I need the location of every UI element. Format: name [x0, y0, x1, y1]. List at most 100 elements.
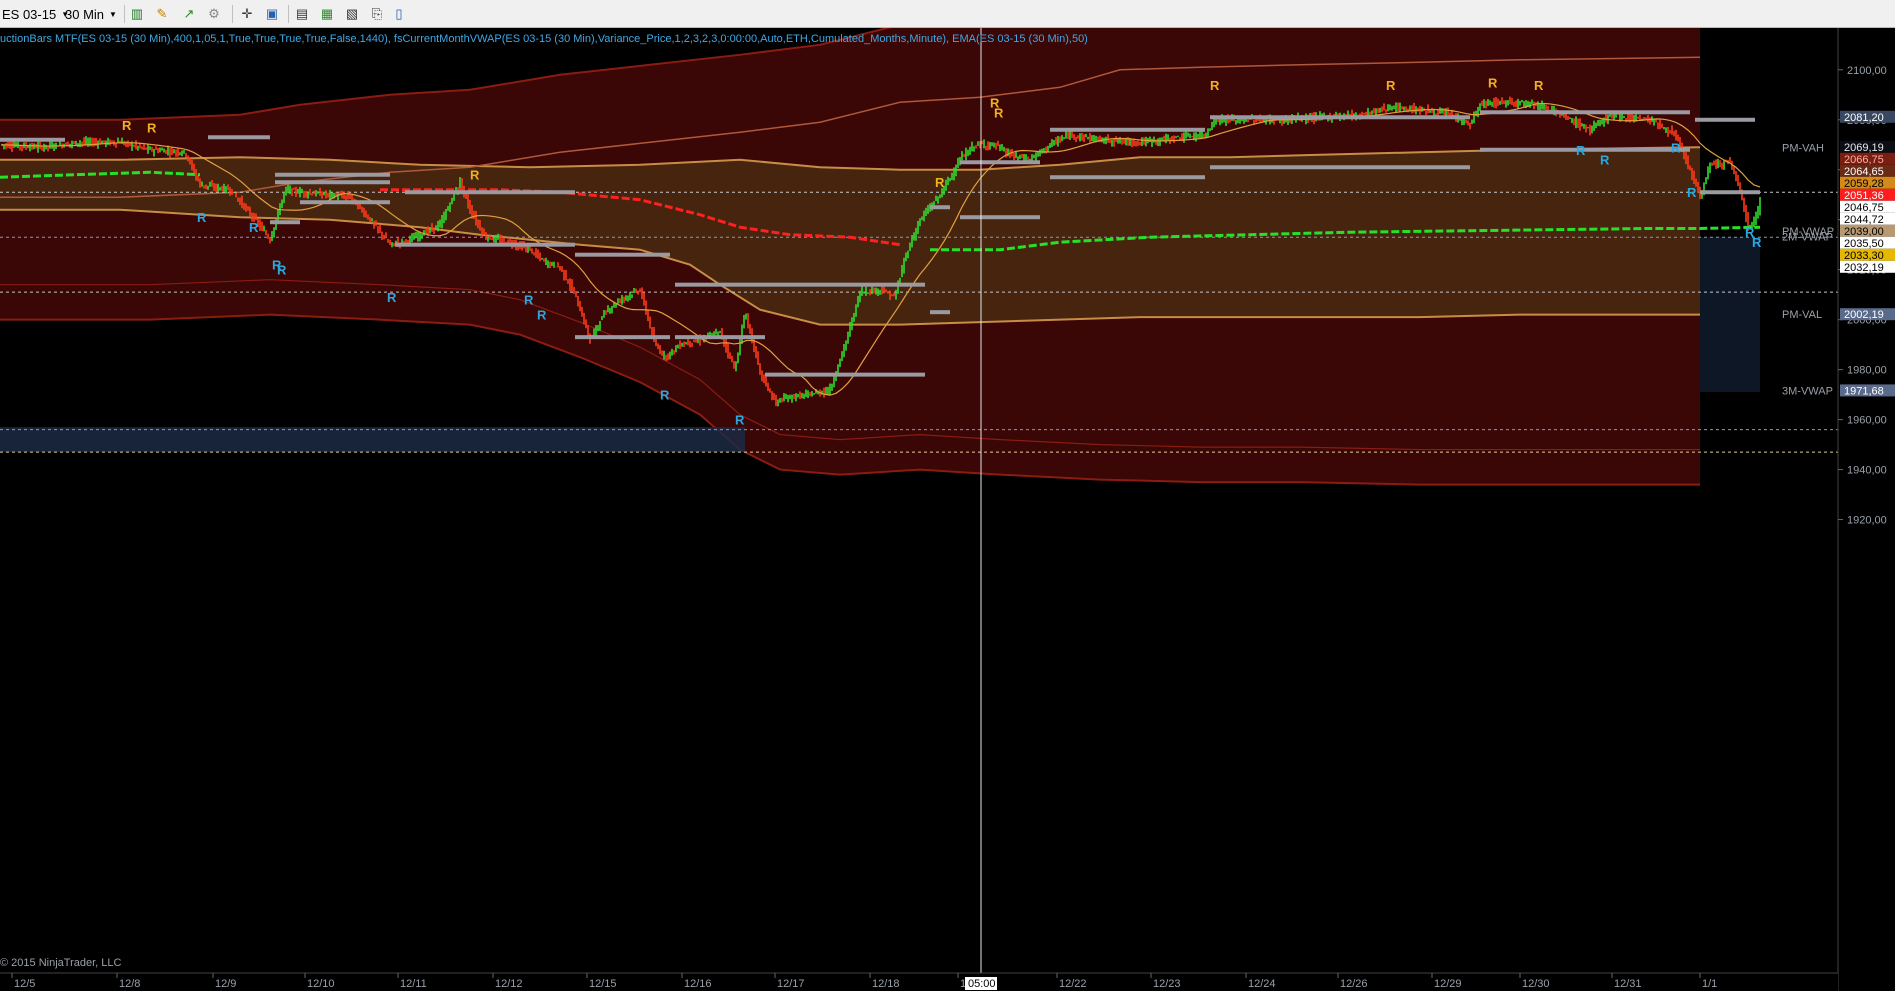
- price-flag-label: 1971,68: [1844, 385, 1884, 397]
- r-marker: R: [387, 290, 397, 305]
- prior-value-area-band: [0, 427, 745, 453]
- r-marker: R: [1488, 75, 1498, 90]
- profile-bar: [1210, 165, 1470, 170]
- interval-label: 30 Min: [65, 6, 105, 22]
- price-tick-label: 2100,00: [1847, 65, 1887, 77]
- profile-bar: [765, 282, 925, 287]
- toolbar-divider: [124, 5, 125, 23]
- profile-bar: [1695, 117, 1755, 122]
- price-flag-label: 2033,30: [1844, 250, 1884, 262]
- date-tick-label: 12/11: [400, 978, 427, 990]
- date-tick-label: 12/29: [1434, 978, 1462, 990]
- date-axis: [0, 973, 1838, 991]
- r-marker: R: [197, 210, 207, 225]
- toolbar-divider: [288, 5, 289, 23]
- profile-bar: [270, 220, 300, 225]
- chart-canvas[interactable]: R RRRRRRRRRRRRRRR R R RRRRRRRPM-VAHPM-VWAP2M…: [0, 28, 1895, 991]
- price-tick-label: 1940,00: [1847, 465, 1887, 477]
- date-tick-label: 12/26: [1340, 978, 1368, 990]
- profile-bar: [208, 135, 270, 140]
- strategy-icon[interactable]: ⚙: [205, 5, 223, 23]
- profile-bar: [1480, 110, 1690, 115]
- level-label: PM-VAL: [1782, 309, 1822, 321]
- chevron-down-icon: ▼: [109, 9, 117, 19]
- current-session-range: [1700, 237, 1760, 393]
- profile-bar: [930, 310, 950, 315]
- instrument-selector[interactable]: ES 03-15 ▼: [2, 4, 69, 24]
- r-marker: R: [122, 118, 132, 133]
- zoom-icon[interactable]: ▣: [263, 5, 281, 23]
- profile-bar: [1700, 190, 1760, 195]
- price-flag-label: 2032,19: [1844, 262, 1884, 274]
- profile-bar: [765, 372, 925, 377]
- profile-bar: [960, 215, 1040, 220]
- profile-bar: [960, 160, 1040, 165]
- draw-pencil-icon[interactable]: ✎: [153, 5, 171, 23]
- profile-bar: [300, 200, 390, 205]
- price-flag-label: 2059,28: [1844, 178, 1884, 190]
- r-marker: R: [735, 413, 745, 428]
- date-tick-label: 12/5: [14, 978, 35, 990]
- r-marker: R: [1534, 78, 1544, 93]
- date-tick-label: 12/15: [589, 978, 617, 990]
- date-tick-label: 12/31: [1614, 978, 1642, 990]
- profile-bar: [1050, 127, 1205, 132]
- date-tick-label: 12/30: [1522, 978, 1550, 990]
- r-marker: R: [1210, 78, 1220, 93]
- copyright-label: © 2015 NinjaTrader, LLC: [0, 957, 122, 969]
- profile-bar: [675, 335, 765, 340]
- price-flag-label: 2044,72: [1844, 214, 1884, 226]
- price-flag-label: 2064,65: [1844, 166, 1884, 178]
- add-indicator-icon[interactable]: ↗: [180, 5, 198, 23]
- level-label: PM-VAH: [1782, 142, 1824, 154]
- r-marker: R: [935, 175, 945, 190]
- r-marker: R: [660, 388, 670, 403]
- profile-bar: [930, 205, 950, 210]
- date-tick-label: 12/24: [1248, 978, 1276, 990]
- price-tick-label: 1960,00: [1847, 415, 1887, 427]
- r-marker: R: [249, 220, 259, 235]
- r-marker: R: [147, 120, 157, 135]
- chart-properties-icon[interactable]: ▦: [318, 5, 336, 23]
- date-tick-label: 12/18: [872, 978, 900, 990]
- price-chart-panel[interactable]: R R R R R R R R R R R R R R R R R R R R R R R R R PM-VAH PM-VWAP 2M…: [0, 28, 1895, 991]
- level-label: 2M-VWAP: [1782, 231, 1833, 243]
- date-tick-label: 12/10: [307, 978, 335, 990]
- price-flag-label: 2066,75: [1844, 154, 1884, 166]
- price-flag-label: 2002,19: [1844, 309, 1884, 321]
- r-marker: R: [1752, 235, 1762, 250]
- price-flag-label: 2051,36: [1844, 190, 1884, 202]
- profile-bar: [275, 172, 390, 177]
- templates-icon[interactable]: ▧: [343, 5, 361, 23]
- r-marker: R: [470, 168, 480, 183]
- date-tick-label: 12/23: [1153, 978, 1181, 990]
- profile-bar: [1210, 115, 1470, 120]
- r-marker: R: [1687, 185, 1697, 200]
- r-marker: R: [277, 263, 287, 278]
- price-flag-label: 2039,00: [1844, 226, 1884, 238]
- level-label: 3M-VWAP: [1782, 385, 1833, 397]
- profile-bar: [395, 242, 575, 247]
- date-tick-label: 12/17: [777, 978, 805, 990]
- r-marker: R: [994, 105, 1004, 120]
- r-marker: R: [1576, 143, 1586, 158]
- r-marker: R: [524, 293, 534, 308]
- bar-style-icon[interactable]: ▥: [128, 5, 146, 23]
- indicator-parameters-line: uctionBars MTF(ES 03-15 (30 Min),400,1,0…: [0, 33, 1088, 45]
- interval-selector[interactable]: 30 Min ▼: [65, 4, 117, 24]
- templates-icon[interactable]: ⎘: [368, 5, 386, 23]
- price-flag-label: 2046,75: [1844, 202, 1884, 214]
- profile-bar: [575, 252, 670, 257]
- r-marker: R: [1671, 140, 1681, 155]
- price-tick-label: 1980,00: [1847, 365, 1887, 377]
- date-tick-label: 1/1: [1702, 978, 1717, 990]
- date-tick-label: 12/8: [119, 978, 140, 990]
- date-tick-label: 12/12: [495, 978, 523, 990]
- price-tick-label: 1920,00: [1847, 515, 1887, 527]
- chart-toolbar: ES 03-15 ▼ 30 Min ▼ ▥ ✎ ↗ ⚙ ✛ ▣ ▤ ▦ ▧ ⎘ …: [0, 0, 1895, 28]
- profile-bar: [575, 335, 670, 340]
- data-box-icon[interactable]: ▤: [293, 5, 311, 23]
- crosshair-icon[interactable]: ✛: [238, 5, 256, 23]
- panel-icon[interactable]: ▯: [390, 5, 408, 23]
- price-flag-label: 2069,19: [1844, 142, 1884, 154]
